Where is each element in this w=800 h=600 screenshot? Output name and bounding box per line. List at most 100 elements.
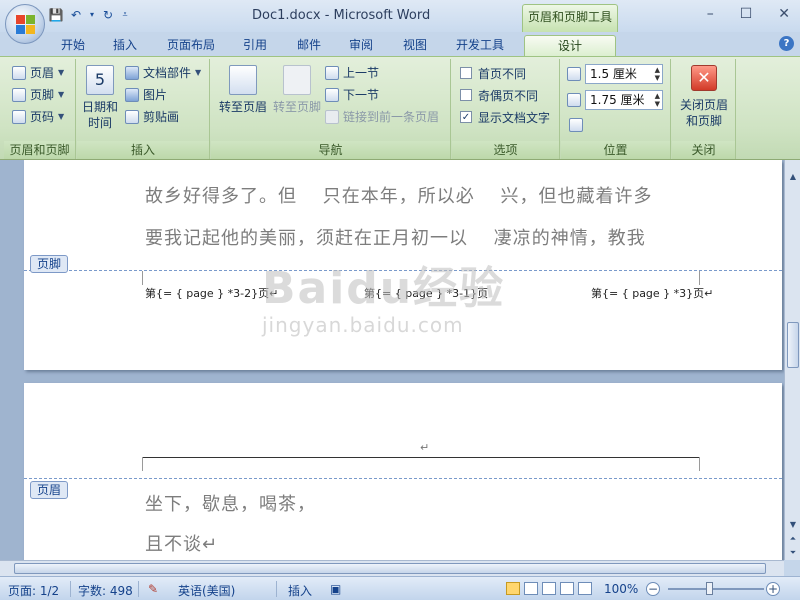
dropdown-arrow-icon: ▼ — [58, 112, 65, 121]
zoom-out-icon[interactable]: − — [646, 582, 660, 596]
tab-home[interactable]: 开始 — [54, 35, 92, 56]
tab-references[interactable]: 引用 — [236, 35, 274, 56]
page-2[interactable]: ↵ 页眉 坐下，歇息，喝茶， 且不谈↵ — [24, 383, 782, 560]
proofing-icon[interactable]: ✎ — [148, 582, 158, 596]
macro-record-icon[interactable]: ▣ — [330, 582, 341, 596]
zoom-in-icon[interactable]: + — [766, 582, 780, 596]
footer-tag: 页脚 — [30, 255, 69, 273]
clip-art-button[interactable]: 剪贴画 — [125, 107, 179, 127]
quick-parts-icon — [125, 66, 139, 80]
print-layout-view-icon[interactable] — [506, 582, 520, 595]
goto-header-button[interactable]: 转至页眉 — [217, 65, 269, 115]
checkbox-box — [460, 89, 472, 101]
scroll-down-icon[interactable]: ▼ — [786, 518, 800, 532]
zoom-level[interactable]: 100% — [604, 582, 638, 596]
spinner-arrows-icon[interactable]: ▲ ▼ — [655, 92, 660, 108]
web-layout-icon[interactable] — [542, 582, 556, 595]
undo-icon[interactable]: ↶ — [68, 7, 84, 23]
header-top-icon — [567, 67, 581, 81]
close-header-footer-button[interactable]: ✕ 关闭页眉 和页脚 — [680, 65, 728, 129]
page-number-button[interactable]: 页码 ▼ — [12, 107, 64, 127]
prev-page-icon[interactable]: ⏶ — [786, 532, 800, 546]
zoom-slider-track[interactable] — [668, 588, 764, 590]
header-button[interactable]: 页眉 ▼ — [12, 63, 64, 83]
group-label-header-footer: 页眉和页脚 — [4, 141, 75, 159]
redo-icon[interactable]: ↻ — [100, 7, 116, 23]
paragraph-mark: ↵ — [420, 441, 430, 454]
footer-position-input[interactable]: 1.75 厘米 ▲ ▼ — [585, 90, 663, 110]
window-controls: – ☐ ✕ — [707, 6, 790, 22]
scroll-up-icon[interactable]: ▲ — [786, 170, 800, 184]
word-count[interactable]: 字数: 498 — [78, 582, 133, 599]
group-close: ✕ 关闭页眉 和页脚 关闭 — [672, 59, 736, 159]
next-section-icon — [325, 88, 339, 102]
footer-button[interactable]: 页脚 ▼ — [12, 85, 64, 105]
group-navigation: 转至页眉 转至页脚 上一节 下一节 链接到前一条页眉 导航 — [211, 59, 451, 159]
customize-qat-icon[interactable]: ⩡ — [120, 7, 130, 23]
undo-dropdown-icon[interactable]: ▾ — [88, 7, 96, 23]
show-document-text-checkbox[interactable]: ✓ 显示文档文字 — [460, 107, 550, 127]
draft-view-icon[interactable] — [578, 582, 592, 595]
ribbon: 页眉 ▼ 页脚 ▼ 页码 ▼ 页眉和页脚 5 日期和 时间 文档部件 ▼ 图片 — [0, 56, 800, 160]
insert-mode[interactable]: 插入 — [288, 582, 312, 599]
alignment-tab-icon — [569, 118, 583, 132]
header-position-input[interactable]: 1.5 厘米 ▲ ▼ — [585, 64, 663, 84]
tab-developer[interactable]: 开发工具 — [448, 35, 512, 56]
vertical-scrollbar[interactable]: ▲ ▼ ⏶ ⏷ — [784, 160, 800, 560]
header-boundary — [24, 478, 782, 479]
footer-field-right[interactable]: 第{= { page } *3}页↵ — [591, 285, 713, 301]
tab-insert[interactable]: 插入 — [106, 35, 144, 56]
previous-section-button[interactable]: 上一节 — [325, 63, 379, 83]
minimize-button[interactable]: – — [707, 6, 714, 22]
group-label-navigation: 导航 — [211, 141, 450, 159]
page-indicator[interactable]: 页面: 1/2 — [8, 582, 59, 599]
close-window-button[interactable]: ✕ — [778, 6, 790, 22]
outline-view-icon[interactable] — [560, 582, 574, 595]
tab-mailings[interactable]: 邮件 — [290, 35, 328, 56]
goto-footer-button[interactable]: 转至页脚 — [271, 65, 323, 115]
header-position-spinner[interactable]: 1.5 厘米 ▲ ▼ — [567, 64, 663, 84]
crop-mark — [699, 271, 713, 285]
insert-alignment-tab-button[interactable] — [569, 115, 583, 135]
full-screen-reading-icon[interactable] — [524, 582, 538, 595]
save-icon[interactable]: 💾 — [48, 7, 64, 23]
page-1[interactable]: 故乡好得多了。但 只在本年，所以必 兴，但也藏着许多 要我记起他的美丽，须赶在正… — [24, 160, 782, 370]
group-insert: 5 日期和 时间 文档部件 ▼ 图片 剪贴画 插入 — [77, 59, 210, 159]
link-to-previous-button[interactable]: 链接到前一条页眉 — [325, 107, 439, 127]
title-bar: 💾 ↶ ▾ ↻ ⩡ Doc1.docx - Microsoft Word 页眉和… — [0, 0, 800, 32]
office-button[interactable] — [5, 4, 45, 44]
different-odd-even-checkbox[interactable]: 奇偶页不同 — [460, 85, 538, 105]
tab-page-layout[interactable]: 页面布局 — [160, 35, 222, 56]
office-logo-icon — [16, 15, 36, 35]
tab-design[interactable]: 设计 — [524, 35, 616, 56]
footer-position-spinner[interactable]: 1.75 厘米 ▲ ▼ — [567, 90, 663, 110]
footer-field-middle[interactable]: 第{= { page } *3-1}页 — [364, 285, 488, 301]
date-time-button[interactable]: 5 日期和 时间 — [79, 65, 121, 131]
different-first-page-checkbox[interactable]: 首页不同 — [460, 63, 526, 83]
next-page-icon[interactable]: ⏷ — [786, 546, 800, 560]
picture-button[interactable]: 图片 — [125, 85, 167, 105]
quick-parts-button[interactable]: 文档部件 ▼ — [125, 63, 201, 83]
dropdown-arrow-icon: ▼ — [195, 68, 202, 77]
language-indicator[interactable]: 英语(美国) — [178, 582, 235, 599]
horizontal-scrollbar[interactable] — [0, 560, 784, 576]
footer-field-left[interactable]: 第{= { page } *3-2}页↵ — [145, 285, 278, 301]
maximize-button[interactable]: ☐ — [740, 6, 753, 22]
vertical-scroll-thumb[interactable] — [787, 322, 799, 368]
zoom-slider-thumb[interactable] — [706, 582, 713, 595]
header-icon — [12, 66, 26, 80]
body-text-line: 故乡好得多了。但 只在本年，所以必 兴，但也藏着许多 — [145, 186, 653, 207]
tab-view[interactable]: 视图 — [396, 35, 434, 56]
status-separator — [70, 581, 71, 597]
calendar-clock-icon: 5 — [86, 65, 114, 95]
next-section-button[interactable]: 下一节 — [325, 85, 379, 105]
spinner-arrows-icon[interactable]: ▲ ▼ — [655, 66, 660, 82]
tab-review[interactable]: 审阅 — [342, 35, 380, 56]
dropdown-arrow-icon: ▼ — [58, 90, 65, 99]
header-tag: 页眉 — [30, 481, 69, 499]
horizontal-scroll-thumb[interactable] — [14, 563, 766, 574]
dropdown-arrow-icon: ▼ — [58, 68, 65, 77]
document-area[interactable]: 故乡好得多了。但 只在本年，所以必 兴，但也藏着许多 要我记起他的美丽，须赶在正… — [0, 160, 784, 560]
help-icon[interactable]: ? — [779, 36, 794, 51]
footer-icon — [12, 88, 26, 102]
